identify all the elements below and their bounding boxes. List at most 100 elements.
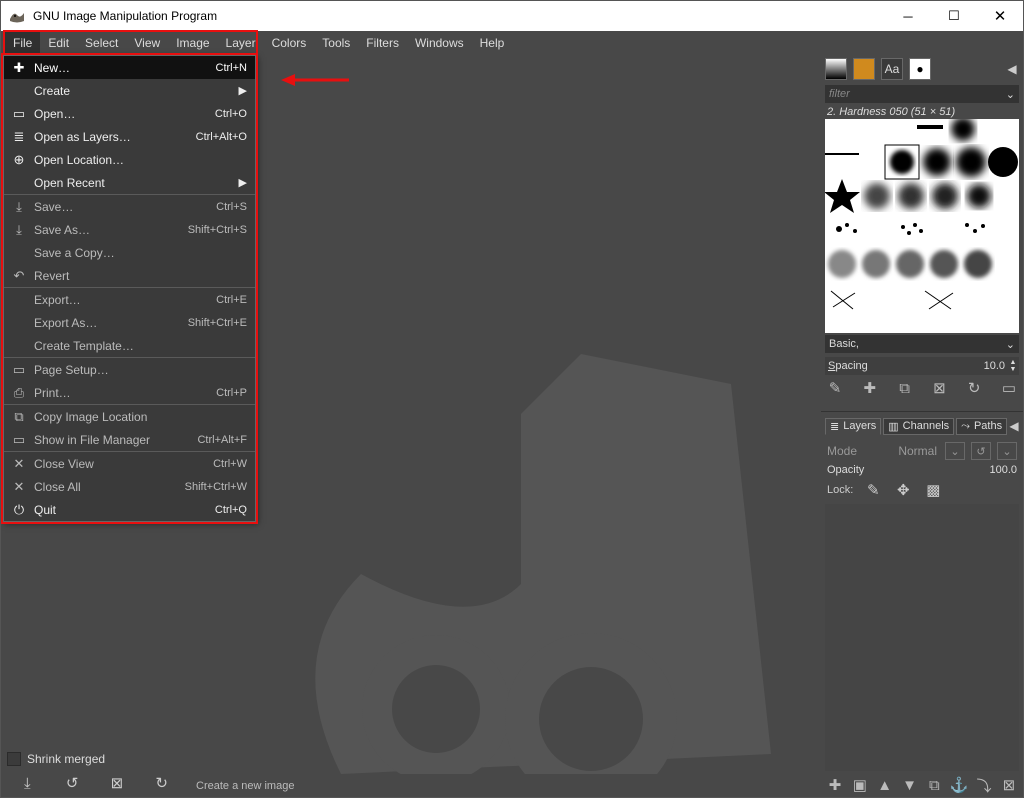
- lock-label: Lock:: [827, 484, 853, 496]
- brush-name: 2. Hardness 050 (51 × 51): [821, 105, 1023, 119]
- mode-dropdown[interactable]: ⌄: [945, 442, 965, 460]
- brush-buttons: ✎ ✚ ⧉ ⊠ ↻ ▭: [821, 377, 1023, 399]
- lock-row: Lock: ✎ ✥ ▩: [821, 478, 1023, 502]
- tab-layers[interactable]: ≣ Layers: [825, 418, 881, 435]
- merge-layer-icon[interactable]: ⤵: [974, 775, 994, 795]
- delete-brush-icon[interactable]: ⊠: [929, 378, 949, 398]
- delete-layer-icon[interactable]: ⊠: [999, 775, 1019, 795]
- tab-channels[interactable]: ▥ Channels: [883, 418, 954, 435]
- spacing-spinner[interactable]: ▲▼: [1007, 359, 1019, 373]
- menu-file[interactable]: File: [5, 31, 40, 55]
- menu-item-shortcut: Shift+Ctrl+W: [185, 481, 247, 493]
- brush-filter-input[interactable]: filter ⌄: [825, 85, 1019, 103]
- mode-value: Normal: [863, 444, 939, 458]
- file-menu: ✚New…Ctrl+NCreate▶▭Open…Ctrl+O≣Open as L…: [3, 55, 256, 522]
- undo-icon[interactable]: ↺: [62, 773, 82, 793]
- menu-item-icon: ▭: [10, 362, 28, 378]
- opacity-value: 100.0: [989, 464, 1017, 476]
- menu-item-shortcut: Ctrl+O: [215, 108, 247, 120]
- layer-down-icon[interactable]: ▼: [900, 775, 920, 795]
- menu-windows[interactable]: Windows: [407, 31, 472, 55]
- tab-brushes-icon[interactable]: ●: [909, 58, 931, 80]
- duplicate-brush-icon[interactable]: ⧉: [895, 378, 915, 398]
- tab-paths[interactable]: ⤳ Paths: [956, 418, 1007, 435]
- menu-tools[interactable]: Tools: [314, 31, 358, 55]
- paths-icon: ⤳: [961, 420, 970, 433]
- menu-item-new[interactable]: ✚New…Ctrl+N: [4, 56, 255, 79]
- menu-item-save-a-copy: Save a Copy…: [4, 241, 255, 264]
- detach-icon[interactable]: ◀: [1005, 62, 1019, 76]
- menu-item-icon: ⎙: [10, 385, 28, 401]
- window-title: GNU Image Manipulation Program: [33, 9, 885, 23]
- duplicate-layer-icon[interactable]: ⧉: [924, 775, 944, 795]
- lock-move-icon[interactable]: ✥: [893, 480, 913, 500]
- canvas[interactable]: [188, 55, 821, 774]
- menu-edit[interactable]: Edit: [40, 31, 77, 55]
- spacing-field[interactable]: Spacing 10.0 ▲▼: [825, 357, 1019, 375]
- menu-item-open[interactable]: ▭Open…Ctrl+O: [4, 102, 255, 125]
- menu-item-shortcut: Ctrl+P: [216, 387, 247, 399]
- refresh-brush-icon[interactable]: ↻: [964, 378, 984, 398]
- menu-item-shortcut: Ctrl+Alt+O: [196, 131, 247, 143]
- preset-selector[interactable]: Basic, ⌄: [825, 335, 1019, 353]
- tab-gradients-icon[interactable]: [825, 58, 847, 80]
- menu-image[interactable]: Image: [168, 31, 217, 55]
- menu-item-shortcut: Ctrl+N: [216, 62, 247, 74]
- menu-item-create[interactable]: Create▶: [4, 79, 255, 102]
- tab-paths-label: Paths: [974, 420, 1002, 432]
- spacing-value: 10.0: [984, 360, 1007, 372]
- menu-colors[interactable]: Colors: [264, 31, 315, 55]
- edit-brush-icon[interactable]: ✎: [825, 378, 845, 398]
- tab-layers-label: Layers: [843, 420, 876, 432]
- client-area: File Edit Select View Image Layer Colors…: [1, 31, 1023, 797]
- shrink-merged-checkbox[interactable]: [7, 752, 21, 766]
- menu-item-icon: ✕: [10, 456, 28, 472]
- menu-item-quit[interactable]: ⏻QuitCtrl+Q: [4, 498, 255, 521]
- open-brush-icon[interactable]: ▭: [999, 378, 1019, 398]
- menu-item-label: Quit: [34, 503, 215, 517]
- new-layer-icon[interactable]: ✚: [825, 775, 845, 795]
- menu-item-open-as-layers[interactable]: ≣Open as Layers…Ctrl+Alt+O: [4, 125, 255, 148]
- mode-more-icon[interactable]: ⌄: [997, 442, 1017, 460]
- opacity-row[interactable]: Opacity 100.0: [821, 462, 1023, 478]
- layers-list[interactable]: [825, 504, 1019, 771]
- redo-icon[interactable]: ↻: [152, 773, 172, 793]
- menu-item-label: Open Location…: [34, 153, 247, 167]
- menu-help[interactable]: Help: [472, 31, 513, 55]
- brush-grid[interactable]: [825, 119, 1019, 333]
- close-button[interactable]: ✕: [977, 1, 1023, 31]
- menu-item-save-as: ⤓Save As…Shift+Ctrl+S: [4, 218, 255, 241]
- canvas-area: Create a new image: [188, 55, 821, 797]
- anchor-layer-icon[interactable]: ⚓: [949, 775, 969, 795]
- menu-filters[interactable]: Filters: [358, 31, 407, 55]
- tab-patterns-icon[interactable]: [853, 58, 875, 80]
- minimize-button[interactable]: ─: [885, 1, 931, 31]
- window-buttons: ─ ☐ ✕: [885, 1, 1023, 31]
- menubar: File Edit Select View Image Layer Colors…: [1, 31, 1023, 55]
- lock-paint-icon[interactable]: ✎: [863, 480, 883, 500]
- delete-icon[interactable]: ⊠: [107, 773, 127, 793]
- menu-layer[interactable]: Layer: [218, 31, 264, 55]
- lock-alpha-icon[interactable]: ▩: [923, 480, 943, 500]
- detach-icon[interactable]: ◀: [1009, 419, 1019, 433]
- menu-select[interactable]: Select: [77, 31, 126, 55]
- tab-fonts-icon[interactable]: Aa: [881, 58, 903, 80]
- layers-buttons: ✚ ▣ ▲ ▼ ⧉ ⚓ ⤵ ⊠: [821, 773, 1023, 797]
- menu-view[interactable]: View: [126, 31, 168, 55]
- layer-group-icon[interactable]: ▣: [850, 775, 870, 795]
- menu-item-label: Close All: [34, 480, 185, 494]
- mode-label: Mode: [827, 444, 857, 458]
- menu-item-open-recent[interactable]: Open Recent▶: [4, 171, 255, 194]
- menu-item-label: Open…: [34, 107, 215, 121]
- layers-icon: ≣: [830, 420, 839, 433]
- menu-item-open-location[interactable]: ⊕Open Location…: [4, 148, 255, 171]
- download-icon[interactable]: ⤓: [17, 773, 37, 793]
- maximize-button[interactable]: ☐: [931, 1, 977, 31]
- menu-item-label: Create Template…: [34, 339, 247, 353]
- layer-up-icon[interactable]: ▲: [875, 775, 895, 795]
- layer-mode-row: Mode Normal ⌄ ↺ ⌄: [821, 440, 1023, 462]
- mode-reset-icon[interactable]: ↺: [971, 442, 991, 460]
- chevron-down-icon: ⌄: [1006, 338, 1015, 351]
- titlebar: GNU Image Manipulation Program ─ ☐ ✕: [1, 1, 1023, 31]
- new-brush-icon[interactable]: ✚: [860, 378, 880, 398]
